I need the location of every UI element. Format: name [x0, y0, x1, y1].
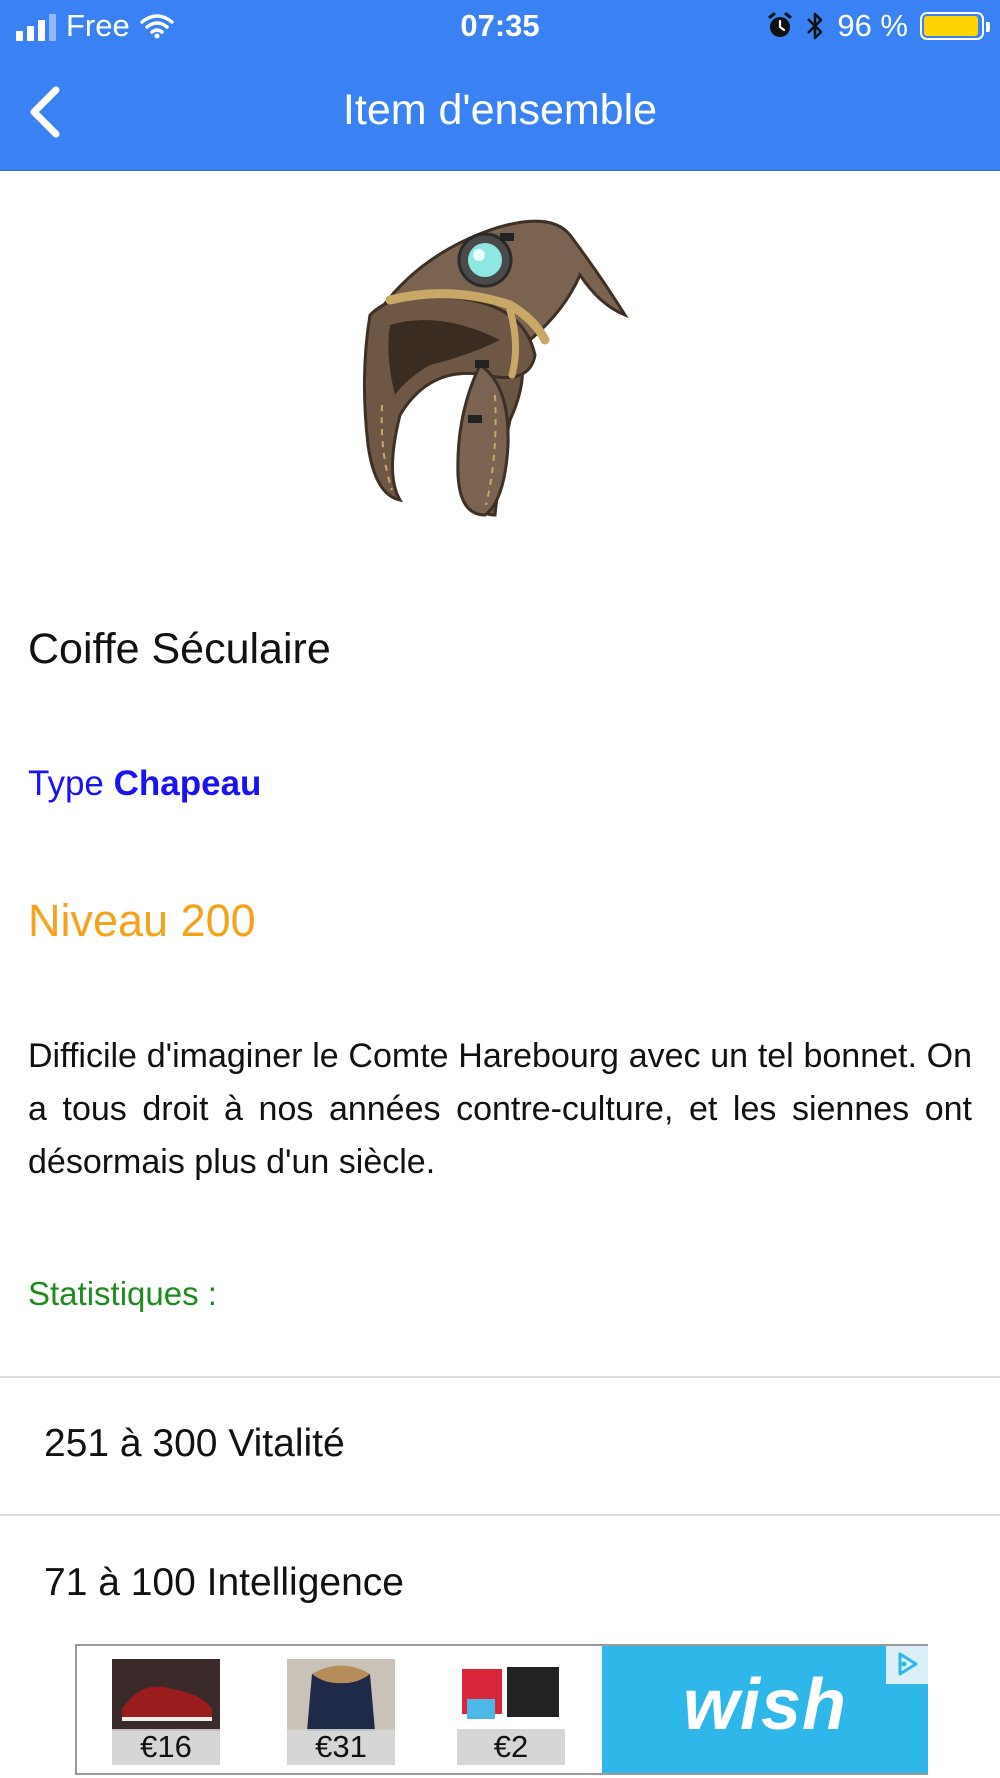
wish-panel[interactable]: wish — [602, 1646, 928, 1773]
status-bar: Free 07:35 96 % — [0, 0, 1000, 56]
ad-product[interactable]: €2 — [457, 1659, 565, 1765]
ad-product[interactable]: €16 — [112, 1659, 220, 1765]
stat-row: 251 à 300 Vitalité — [44, 1422, 345, 1465]
ad-price: €2 — [457, 1729, 565, 1765]
status-right: 96 % — [767, 8, 990, 44]
alarm-icon — [768, 12, 792, 37]
adchoices-glyph — [898, 1652, 918, 1676]
type-value: Chapeau — [113, 764, 262, 803]
ad-product[interactable]: €31 — [287, 1659, 395, 1765]
jacket-product-image — [287, 1659, 395, 1731]
bluetooth-icon — [807, 12, 823, 40]
app-header: Free 07:35 96 % Item d'ensemble — [0, 0, 1000, 171]
battery-percent: 96 % — [837, 8, 908, 43]
item-type: Type Chapeau — [28, 764, 261, 804]
battery-fill — [924, 16, 978, 36]
item-description: Difficile d'imaginer le Comte Harebourg … — [28, 1037, 972, 1181]
shoe-product-image — [112, 1659, 220, 1731]
battery-nub — [986, 22, 990, 32]
item-name: Coiffe Séculaire — [28, 625, 331, 673]
type-label: Type — [28, 764, 104, 803]
wish-logo: wish — [682, 1665, 848, 1745]
stats-heading: Statistiques : — [28, 1275, 217, 1312]
item-level: Niveau 200 — [28, 895, 256, 946]
ad-banner[interactable]: €16 €31 €2 wish — [75, 1644, 928, 1775]
divider — [0, 1376, 1000, 1378]
battery-icon — [920, 12, 990, 40]
ad-price: €31 — [287, 1729, 395, 1765]
organizer-product-image — [457, 1659, 565, 1731]
divider — [0, 1514, 1000, 1516]
page-title: Item d'ensemble — [342, 86, 658, 134]
stat-row: 71 à 100 Intelligence — [44, 1561, 404, 1604]
ad-price: €16 — [112, 1729, 220, 1765]
hat-item-image — [362, 219, 629, 517]
adchoices-icon[interactable] — [886, 1646, 928, 1684]
